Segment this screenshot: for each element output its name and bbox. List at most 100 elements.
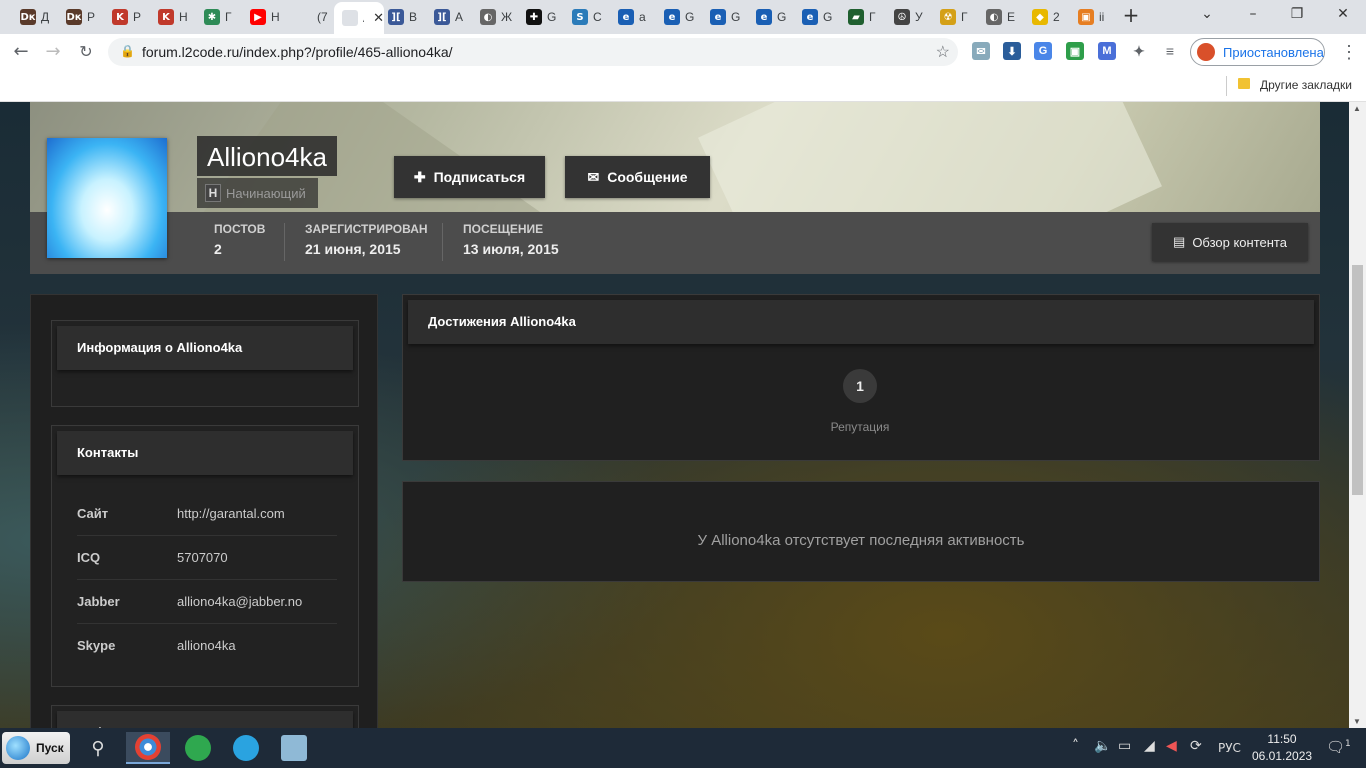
input-language[interactable]: РУС — [1218, 741, 1241, 755]
user-plus-icon: ✚ — [413, 168, 426, 185]
stat-label: ЗАРЕГИСТРИРОВАН — [305, 222, 428, 236]
browser-tab[interactable]: ▶ Н — [242, 4, 288, 30]
notification-icon[interactable]: 🗨1 — [1326, 738, 1351, 756]
wifi-icon[interactable]: ◢ — [1144, 738, 1155, 754]
system-clock[interactable]: 11:50 06.01.2023 — [1252, 731, 1312, 765]
browser-tab[interactable]: SС — [564, 4, 610, 30]
tray-expand-icon[interactable]: ˄ — [1072, 738, 1079, 754]
scroll-thumb[interactable] — [1352, 265, 1363, 495]
stat-registered: ЗАРЕГИСТРИРОВАН 21 июня, 2015 — [305, 222, 428, 257]
browser-tab[interactable]: eG — [702, 4, 748, 30]
profile-paused-button[interactable]: Приостановлена — [1190, 38, 1325, 66]
windows-taskbar: Пуск ⚲ ˄ 🔈 ▭ ◢ ◀ ⟳ РУС 11:50 06.01.2023 … — [0, 728, 1366, 768]
browser-tab[interactable]: ☢ Г — [932, 4, 978, 30]
browser-tab-strip: DкДDкРKРKН✱Г▶Н(7Al✕][В][А◐Ж✚GSСeаeGeGeGe… — [0, 0, 1366, 34]
bookmark-star-icon[interactable]: ☆ — [936, 42, 950, 62]
tab-title: С — [593, 10, 602, 24]
address-bar[interactable]: 🔒 forum.l2code.ru/index.php?/profile/465… — [108, 38, 958, 66]
browser-menu-icon[interactable]: ⋮ — [1340, 42, 1358, 63]
extensions-puzzle-icon[interactable]: ✦ — [1130, 42, 1148, 60]
other-bookmarks-link[interactable]: Другие закладки — [1260, 78, 1352, 92]
tab-title: У — [915, 10, 923, 24]
tab-favicon-icon: e — [618, 9, 634, 25]
browser-tab[interactable]: eG — [794, 4, 840, 30]
network-icon[interactable]: ⟳ — [1190, 738, 1202, 754]
message-button[interactable]: ✉ Сообщение — [565, 156, 710, 198]
browser-tab[interactable]: Dк Р — [58, 4, 104, 30]
tab-favicon-icon: ◆ — [1032, 9, 1048, 25]
profile-rank: H Начинающий — [197, 178, 318, 208]
contact-value[interactable]: http://garantal.com — [177, 506, 285, 521]
stat-value: 13 июля, 2015 — [463, 241, 559, 257]
browser-tab[interactable]: KН — [150, 4, 196, 30]
telegram-icon — [233, 735, 259, 761]
browser-tab[interactable]: ◐ Ж — [472, 4, 518, 30]
contact-key: Jabber — [77, 593, 120, 609]
browser-tab[interactable]: ◆ 2 — [1024, 4, 1070, 30]
profile-avatar[interactable] — [47, 138, 167, 258]
follow-button[interactable]: ✚ Подписаться — [394, 156, 545, 198]
speaker-icon[interactable]: 🔈 — [1094, 738, 1111, 754]
browser-tab[interactable]: ][В — [380, 4, 426, 30]
browser-tab[interactable]: ▣ іі — [1070, 4, 1116, 30]
battery-icon[interactable]: ▭ — [1118, 738, 1131, 754]
translate-extension-icon[interactable]: G — [1034, 42, 1052, 60]
browser-tab[interactable]: (7 — [288, 4, 334, 30]
profile-username: Alliono4ka — [197, 136, 337, 176]
browser-toolbar: ← → ↻ 🔒 forum.l2code.ru/index.php?/profi… — [0, 34, 1366, 70]
browser-tab[interactable]: Dк Д — [12, 4, 58, 30]
browser-tab[interactable]: eG — [656, 4, 702, 30]
contact-value: alliono4ka — [177, 637, 236, 653]
contact-key: Skype — [77, 637, 116, 653]
forward-icon[interactable]: → — [42, 41, 64, 63]
tab-favicon-icon: ][ — [434, 9, 450, 25]
taskbar-telegram[interactable] — [224, 732, 268, 764]
follow-label: Подписаться — [433, 169, 526, 185]
tab-search-icon[interactable]: ⌄ — [1196, 6, 1218, 22]
content-overview-button[interactable]: ▤ Обзор контента — [1152, 223, 1308, 261]
minimize-icon[interactable]: – — [1242, 6, 1264, 22]
browser-tab[interactable]: ◐ Е — [978, 4, 1024, 30]
browser-tab[interactable]: ☮ У — [886, 4, 932, 30]
tab-favicon-icon: ▰ — [848, 9, 864, 25]
browser-tab[interactable]: eа — [610, 4, 656, 30]
contact-row: Skype alliono4ka — [77, 623, 337, 667]
browser-tab[interactable]: ✚ G — [518, 4, 564, 30]
vpn-extension-icon[interactable]: ▣ — [1066, 42, 1084, 60]
lock-icon: 🔒 — [120, 44, 135, 58]
tab-favicon-icon: ▣ — [1078, 9, 1094, 25]
contact-row: Jabber alliono4ka@jabber.no — [77, 579, 337, 624]
scroll-up-icon[interactable]: ▲ — [1353, 104, 1361, 113]
search-icon[interactable]: ⚲ — [76, 732, 120, 764]
start-button[interactable]: Пуск — [2, 732, 70, 764]
close-window-icon[interactable]: ✕ — [1332, 6, 1354, 22]
browser-tab[interactable]: ▰ Г — [840, 4, 886, 30]
browser-tab[interactable]: ✱ Г — [196, 4, 242, 30]
browser-app-icon — [135, 734, 161, 760]
clock-date: 06.01.2023 — [1252, 749, 1313, 763]
tab-favicon-icon: ▶ — [250, 9, 266, 25]
content-overview-label: Обзор контента — [1192, 234, 1287, 250]
reload-icon[interactable]: ↻ — [75, 41, 97, 63]
gmail-extension-icon[interactable]: M — [1098, 42, 1116, 60]
taskbar-app[interactable] — [272, 732, 316, 764]
download-extension-icon[interactable]: ⬇ — [1003, 42, 1021, 60]
taskbar-chrome[interactable] — [126, 732, 170, 764]
tab-favicon-icon: ✚ — [526, 9, 542, 25]
new-tab-button[interactable]: + — [1120, 3, 1142, 27]
tab-title: Ж — [501, 10, 513, 24]
tab-title: Е — [1007, 10, 1016, 24]
mail-extension-icon[interactable]: ✉ — [972, 42, 990, 60]
scroll-down-icon[interactable]: ▼ — [1353, 717, 1361, 726]
taskbar-utorrent[interactable] — [176, 732, 220, 764]
browser-tab[interactable]: ][А — [426, 4, 472, 30]
page-scrollbar[interactable]: ▲ ▼ — [1349, 102, 1366, 728]
browser-tab[interactable]: eG — [748, 4, 794, 30]
browser-tab[interactable]: KР — [104, 4, 150, 30]
restore-icon[interactable]: ❐ — [1286, 6, 1308, 22]
tab-title: Н — [179, 10, 188, 24]
volume-muted-icon[interactable]: ◀ — [1166, 738, 1177, 754]
back-icon[interactable]: ← — [10, 41, 32, 63]
browser-tab[interactable]: Al✕ — [334, 2, 384, 34]
reading-list-icon[interactable]: ≡ — [1161, 42, 1179, 60]
